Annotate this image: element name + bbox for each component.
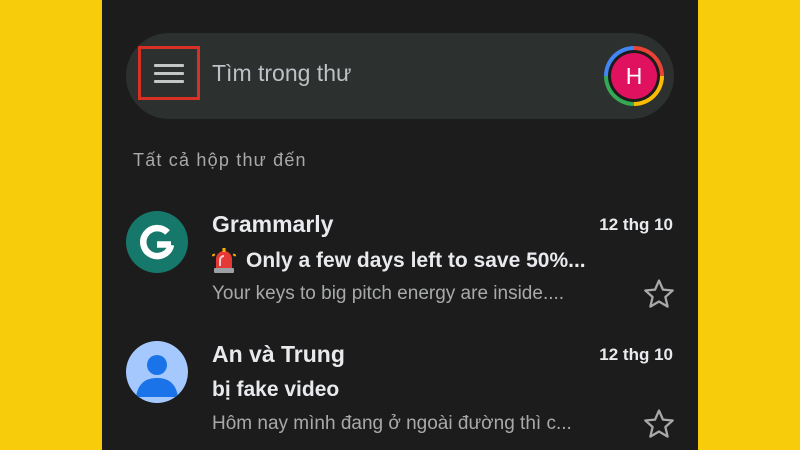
hamburger-menu-icon <box>154 64 184 83</box>
email-sender: Grammarly <box>212 211 334 237</box>
email-subject-line: bị fake video <box>212 378 339 402</box>
account-avatar-button[interactable]: H <box>604 46 664 106</box>
inbox-section-label: Tất cả hộp thư đến <box>133 150 307 170</box>
email-subject-line: Only a few days left to save 50%... <box>212 248 586 274</box>
siren-emoji-icon <box>212 248 236 274</box>
email-row[interactable]: Grammarly 12 thg 10 Only a few days left… <box>102 211 698 321</box>
grammarly-logo-icon[interactable] <box>126 211 188 273</box>
email-subject: bị fake video <box>212 378 340 401</box>
email-date: 12 thg 10 <box>599 345 673 364</box>
email-sender: An và Trung <box>212 341 345 367</box>
person-icon[interactable] <box>126 341 188 403</box>
email-snippet: Your keys to big pitch energy are inside… <box>212 283 565 304</box>
menu-button[interactable] <box>138 46 200 100</box>
search-placeholder[interactable]: Tìm trong thư <box>212 60 351 87</box>
search-bar[interactable]: Tìm trong thư H <box>126 33 674 119</box>
star-icon[interactable] <box>642 277 676 311</box>
email-snippet: Hôm nay mình đang ở ngoài đường thì c... <box>212 413 572 434</box>
star-icon[interactable] <box>642 407 676 441</box>
email-date: 12 thg 10 <box>599 215 673 234</box>
gmail-app-screen: Tìm trong thư H Tất cả hộp thư đến Gramm… <box>102 0 698 450</box>
email-row[interactable]: An và Trung 12 thg 10 bị fake video Hôm … <box>102 341 698 450</box>
email-subject: Only a few days left to save 50%... <box>246 249 586 272</box>
account-avatar-letter: H <box>611 53 657 99</box>
